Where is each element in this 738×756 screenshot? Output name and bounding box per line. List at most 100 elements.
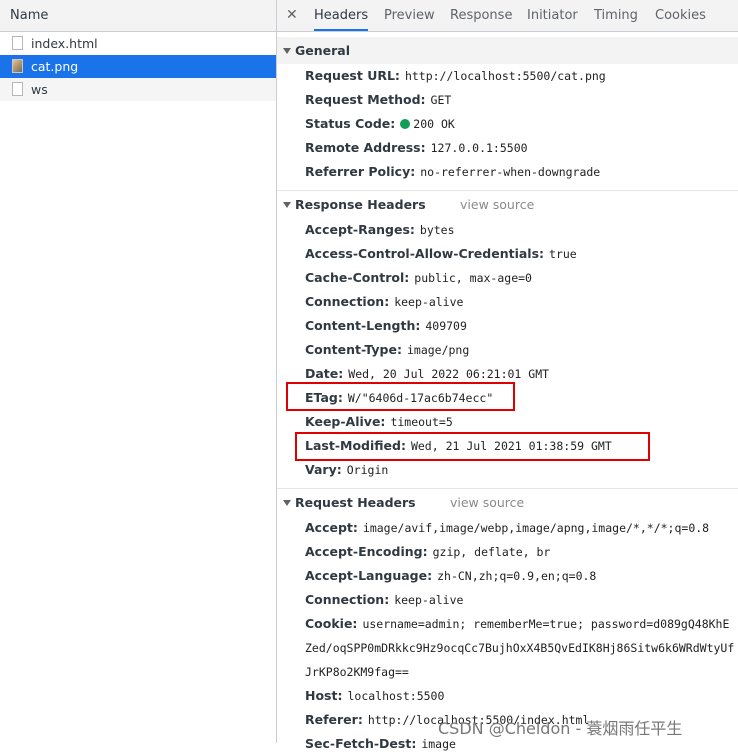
header-name: Cache-Control: [305,270,410,285]
header-value: true [549,247,577,261]
header-name: Sec-Fetch-Dest: [305,736,417,751]
header-value: gzip, deflate, br [432,545,551,559]
name-column-header[interactable]: Name [0,0,276,32]
tab-headers[interactable]: Headers [314,0,369,31]
triangle-down-icon [283,500,291,506]
request-header-row: Accept-Language: zh-CN,zh;q=0.9,en;q=0.8 [277,564,738,588]
document-icon [12,82,23,96]
header-name: Vary: [305,462,342,477]
header-value: bytes [419,223,455,237]
general-row: Status Code: 200 OK [277,112,738,136]
header-value: 409709 [425,319,467,333]
file-name: cat.png [31,59,79,74]
header-name: Request URL: [305,68,400,83]
response-header-row: Access-Control-Allow-Credentials: true [277,242,738,266]
document-icon [12,36,23,50]
tab-preview[interactable]: Preview [384,0,435,31]
header-name: Referrer Policy: [305,164,416,179]
header-name: Cookie: [305,616,358,631]
header-name: Connection: [305,294,390,309]
file-row-cat-png[interactable]: cat.png [0,55,276,78]
response-header-row: ETag: W/"6406d-17ac6b74ecc" [277,386,738,410]
header-name: Remote Address: [305,140,426,155]
file-name: ws [31,82,48,97]
header-value: http://localhost:5500/cat.png [404,69,606,83]
header-name: Content-Length: [305,318,421,333]
triangle-down-icon [283,48,291,54]
response-header-row: Last-Modified: Wed, 21 Jul 2021 01:38:59 … [277,434,738,458]
details-tab-bar: ✕ Headers Preview Response Initiator Tim… [277,0,738,32]
tab-initiator[interactable]: Initiator [527,0,578,31]
general-row: Referrer Policy: no-referrer-when-downgra… [277,160,738,184]
response-header-row: Accept-Ranges: bytes [277,218,738,242]
response-header-row: Content-Length: 409709 [277,314,738,338]
general-row: Request URL: http://localhost:5500/cat.pn… [277,64,738,88]
header-name: Last-Modified: [305,438,406,453]
header-value: image [421,737,456,751]
request-header-row: Connection: keep-alive [277,588,738,612]
header-value: keep-alive [394,593,464,607]
view-source-link[interactable]: view source [450,495,524,510]
status-ok-icon [400,119,411,129]
header-value: zh-CN,zh;q=0.9,en;q=0.8 [437,569,597,583]
header-name: Request Method: [305,92,426,107]
header-value: 200 OK [413,117,455,131]
header-name: Accept-Encoding: [305,544,428,559]
request-list-panel: Name index.html cat.png ws [0,0,277,743]
header-value: GET [430,93,452,107]
header-name: Referer: [305,712,363,727]
header-name: Access-Control-Allow-Credentials: [305,246,545,261]
request-header-row: Accept-Encoding: gzip, deflate, br [277,540,738,564]
header-name: ETag: [305,390,343,405]
header-value: image/png [406,343,470,357]
header-name: Connection: [305,592,390,607]
request-details-panel: ✕ Headers Preview Response Initiator Tim… [277,0,738,751]
header-value: Wed, 21 Jul 2021 01:38:59 GMT [410,439,612,453]
general-section-header[interactable]: General [277,37,738,64]
header-value: Wed, 20 Jul 2022 06:21:01 GMT [348,367,550,381]
header-value: username=admin; rememberMe=true; passwor… [305,617,735,679]
response-headers-section-header[interactable]: Response Headers view source [277,191,738,218]
header-value: keep-alive [394,295,464,309]
header-value: no-referrer-when-downgrade [420,165,601,179]
close-icon[interactable]: ✕ [286,6,298,24]
header-name: Accept: [305,520,358,535]
image-file-icon [12,59,23,73]
tab-timing[interactable]: Timing [594,0,638,31]
tab-cookies[interactable]: Cookies [655,0,706,31]
header-value: W/"6406d-17ac6b74ecc" [347,391,494,405]
response-header-row: Content-Type: image/png [277,338,738,362]
header-value: 127.0.0.1:5500 [430,141,528,155]
view-source-link[interactable]: view source [460,197,534,212]
header-value: public, max-age=0 [414,271,532,285]
request-header-row: Accept: image/avif,image/webp,image/apng,… [277,516,738,540]
general-row: Request Method: GET [277,88,738,112]
header-value: image/avif,image/webp,image/apng,image/*… [362,521,710,535]
watermark-text: CSDN @Cheldon - 蓑烟雨任平生 [438,719,683,738]
header-name: Keep-Alive: [305,414,386,429]
section-title: Response Headers [295,197,426,212]
response-header-row: Vary: Origin [277,458,738,482]
header-name: Date: [305,366,344,381]
file-name: index.html [31,36,98,51]
triangle-down-icon [283,202,291,208]
request-header-row: Cookie: username=admin; rememberMe=true; … [277,612,738,684]
header-value: timeout=5 [390,415,453,429]
section-title: Request Headers [295,495,416,510]
header-name: Accept-Ranges: [305,222,415,237]
tab-response[interactable]: Response [450,0,512,31]
file-row-index-html[interactable]: index.html [0,32,276,55]
general-row: Remote Address: 127.0.0.1:5500 [277,136,738,160]
request-headers-section-header[interactable]: Request Headers view source [277,489,738,516]
header-name: Accept-Language: [305,568,433,583]
request-header-row: Host: localhost:5500 [277,684,738,708]
header-name: Host: [305,688,343,703]
response-header-row: Date: Wed, 20 Jul 2022 06:21:01 GMT [277,362,738,386]
header-value: localhost:5500 [347,689,445,703]
response-header-row: Keep-Alive: timeout=5 [277,410,738,434]
header-name: Status Code: [305,116,396,131]
section-title: General [295,43,350,58]
header-value: Origin [346,463,389,477]
file-row-ws[interactable]: ws [0,78,276,101]
header-name: Content-Type: [305,342,402,357]
